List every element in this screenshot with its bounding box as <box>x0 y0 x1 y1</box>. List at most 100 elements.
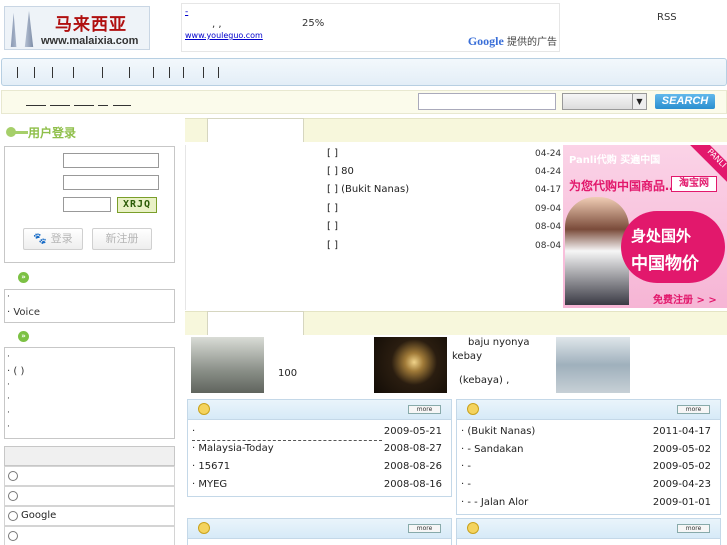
panel-icon <box>467 403 479 415</box>
tab-photos[interactable] <box>207 311 304 335</box>
search-button[interactable]: SEARCH <box>655 94 715 109</box>
poll-option[interactable] <box>4 466 175 486</box>
news-item[interactable]: [ ] <box>327 148 338 159</box>
nav-item[interactable] <box>52 67 53 78</box>
nav-item[interactable] <box>102 67 103 78</box>
item-date: 2009-05-02 <box>652 461 711 472</box>
news-item[interactable]: [ ] <box>327 221 338 232</box>
list-item[interactable]: · <box>7 394 10 404</box>
more-button[interactable]: more <box>677 524 710 533</box>
nav-item[interactable] <box>129 67 130 78</box>
list-item[interactable]: · <box>7 422 10 432</box>
item-title: · - - Jalan Alor <box>461 497 529 508</box>
list-item[interactable]: · <box>7 380 10 390</box>
login-title: 用户登录 <box>28 126 77 140</box>
news-date: 04-17 <box>535 185 562 195</box>
quick-link[interactable] <box>74 105 94 106</box>
captcha-image[interactable]: XRJQ <box>117 197 157 213</box>
list-item[interactable]: · - 2009-05-02 <box>461 461 711 475</box>
panel-header: more <box>188 519 451 539</box>
more-button[interactable]: more <box>677 405 710 414</box>
more-button[interactable]: more <box>408 524 441 533</box>
news-item[interactable]: [ ] (Bukit Nanas) <box>327 184 409 195</box>
taobao-badge: 淘宝网 <box>671 176 717 192</box>
radio-button[interactable] <box>8 511 18 521</box>
google-ads-label[interactable]: Google 提供的广告 <box>468 33 557 49</box>
login-header: 用户登录 <box>4 122 176 142</box>
item-title: · - Sandakan <box>461 444 524 455</box>
photo-thumbnail[interactable] <box>191 337 264 393</box>
nav-item[interactable] <box>203 67 204 78</box>
list-item[interactable]: · Voice <box>7 307 40 318</box>
photo-caption[interactable]: baju nyonya <box>468 337 530 348</box>
photo-caption[interactable]: (kebaya) , <box>459 375 509 386</box>
list-item[interactable]: · <box>7 292 10 302</box>
twin-towers-icon <box>10 10 34 47</box>
paw-icon: 🐾 <box>33 232 48 245</box>
news-date: 04-24 <box>535 167 562 177</box>
captcha-input[interactable] <box>63 197 111 212</box>
login-button[interactable]: 🐾 登录 <box>23 228 83 250</box>
username-input[interactable] <box>63 153 159 168</box>
list-item[interactable]: · <box>7 352 10 362</box>
nav-item[interactable] <box>183 67 184 78</box>
ad-register-link[interactable]: 免费注册 > > <box>653 291 717 306</box>
search-category-select[interactable]: ▼ <box>562 93 647 110</box>
nav-item[interactable] <box>73 67 74 78</box>
photo-thumbnail[interactable] <box>556 337 630 393</box>
panli-ad-banner[interactable]: Panli代购 买遍中国 PANLI 为您代购中国商品… 淘宝网 身处国外 中国… <box>563 145 727 308</box>
nav-item[interactable] <box>218 67 219 78</box>
list-item[interactable]: · 2009-05-21 <box>192 426 442 440</box>
photo-caption[interactable]: kebay <box>452 351 482 362</box>
poll-option[interactable] <box>4 526 175 545</box>
radio-button[interactable] <box>8 491 18 501</box>
rss-link[interactable]: RSS <box>657 12 677 23</box>
list-item[interactable]: · - 2009-04-23 <box>461 479 711 493</box>
list-item[interactable]: · 15671 2008-08-26 <box>192 461 442 475</box>
news-item[interactable]: [ ] <box>327 203 338 214</box>
quick-link[interactable] <box>50 105 70 106</box>
photo-caption[interactable]: 100 <box>278 368 297 379</box>
ad-bubble-line1: 身处国外 <box>631 227 692 245</box>
item-title: · - <box>461 479 471 490</box>
login-box: XRJQ 🐾 登录 新注册 <box>4 146 175 263</box>
nav-item[interactable] <box>17 67 18 78</box>
site-logo[interactable]: 马来西亚 www.malaixia.com <box>4 6 150 50</box>
nav-item[interactable] <box>169 67 170 78</box>
quick-link[interactable] <box>113 105 131 106</box>
ad-url-link[interactable]: www.youleguo.com <box>185 31 263 40</box>
more-button[interactable]: more <box>408 405 441 414</box>
radio-button[interactable] <box>8 531 18 541</box>
list-item[interactable]: · Malaysia-Today 2008-08-27 <box>192 443 442 457</box>
nav-item[interactable] <box>34 67 35 78</box>
news-item[interactable]: [ ] 80 <box>327 166 354 177</box>
photo-thumbnail[interactable] <box>374 337 447 393</box>
tab-news[interactable] <box>207 118 304 142</box>
logo-url: www.malaixia.com <box>41 35 139 47</box>
google-label: Google <box>467 34 504 48</box>
nav-item[interactable] <box>153 67 154 78</box>
panel-header: more <box>457 400 720 420</box>
ad-headline-link[interactable]: - <box>185 7 233 17</box>
news-date: 08-04 <box>535 241 562 251</box>
photo-section-header <box>185 311 727 335</box>
poll-option[interactable] <box>4 486 175 506</box>
list-item[interactable]: · MYEG 2008-08-16 <box>192 479 442 493</box>
list-item[interactable]: · ( ) <box>7 366 24 377</box>
poll-option[interactable]: Google <box>4 506 175 526</box>
list-item[interactable]: · - - Jalan Alor 2009-01-01 <box>461 497 711 511</box>
chevron-down-icon[interactable]: ▼ <box>632 94 646 109</box>
list-item[interactable]: · (Bukit Nanas) 2011-04-17 <box>461 426 711 440</box>
item-title: · 15671 <box>192 461 231 472</box>
item-date: 2011-04-17 <box>652 426 711 437</box>
list-item[interactable]: · <box>7 408 10 418</box>
quick-link[interactable] <box>98 105 108 106</box>
radio-button[interactable] <box>8 471 18 481</box>
register-button[interactable]: 新注册 <box>92 228 152 250</box>
search-input[interactable] <box>418 93 556 110</box>
quick-link[interactable] <box>26 105 46 106</box>
news-item[interactable]: [ ] <box>327 240 338 251</box>
panel-header: more <box>188 400 451 420</box>
list-item[interactable]: · - Sandakan 2009-05-02 <box>461 444 711 458</box>
password-input[interactable] <box>63 175 159 190</box>
